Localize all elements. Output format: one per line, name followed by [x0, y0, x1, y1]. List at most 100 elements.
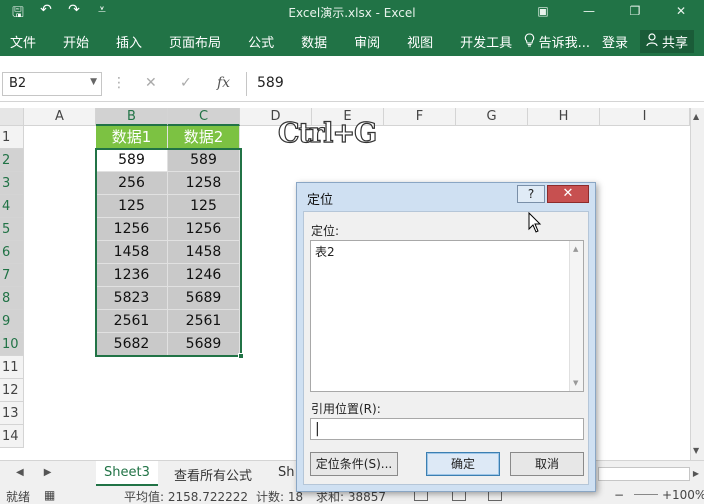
column-header-g[interactable]: G	[456, 108, 528, 126]
mouse-cursor-icon	[528, 211, 542, 234]
special-button[interactable]: 定位条件(S)...	[310, 452, 398, 476]
cell-b1[interactable]: 数据1	[96, 126, 168, 149]
login-link[interactable]: 登录	[602, 32, 628, 51]
ribbon-display-icon[interactable]: ▣	[520, 0, 566, 24]
row-header-9[interactable]: 9	[0, 310, 24, 333]
row-header-6[interactable]: 6	[0, 241, 24, 264]
row-header-3[interactable]: 3	[0, 172, 24, 195]
dialog-title: 定位	[307, 193, 334, 208]
list-scroll-down-icon[interactable]: ▼	[573, 379, 578, 387]
row-header-2[interactable]: 2	[0, 149, 24, 172]
cell-b4[interactable]: 125	[96, 195, 168, 218]
cell-b8[interactable]: 5823	[96, 287, 168, 310]
row-header-10[interactable]: 10	[0, 333, 24, 356]
ok-button[interactable]: 确定	[426, 452, 500, 476]
sheet-tab-formulas[interactable]: 查看所有公式	[166, 461, 260, 486]
cell-c8[interactable]: 5689	[168, 287, 240, 310]
close-icon[interactable]: ✕	[658, 0, 704, 24]
cell-c4[interactable]: 125	[168, 195, 240, 218]
person-icon	[646, 32, 658, 51]
lightbulb-icon	[524, 32, 535, 51]
cell-c9[interactable]: 2561	[168, 310, 240, 333]
row-header-1[interactable]: 1	[0, 126, 24, 149]
share-button[interactable]: 共享	[639, 30, 694, 53]
tab-formulas[interactable]: 公式	[248, 32, 274, 51]
formula-bar: B2 ▼ ⋮ ✕ ✓ fx 589	[0, 66, 704, 102]
cell-c6[interactable]: 1458	[168, 241, 240, 264]
column-header-i[interactable]: I	[600, 108, 690, 126]
row-header-12[interactable]: 12	[0, 379, 24, 402]
tab-data[interactable]: 数据	[301, 32, 327, 51]
formula-input[interactable]: 589	[246, 72, 698, 96]
tab-developer[interactable]: 开发工具	[460, 32, 512, 51]
select-all-corner[interactable]	[0, 108, 24, 126]
zoom-out-icon[interactable]: −	[614, 488, 624, 502]
row-header-5[interactable]: 5	[0, 218, 24, 241]
tell-me-box[interactable]: 告诉我...	[524, 32, 590, 51]
column-header-h[interactable]: H	[528, 108, 600, 126]
tab-insert[interactable]: 插入	[116, 32, 142, 51]
title-bar: 🖫 ↶ ↷ ⩡ Excel演示.xlsx - Excel ▣ — ❐ ✕	[0, 0, 704, 24]
column-header-b[interactable]: B	[96, 108, 168, 126]
list-scrollbar[interactable]: ▲ ▼	[569, 241, 583, 391]
dialog-close-button[interactable]: ✕	[547, 185, 589, 203]
help-icon[interactable]: ?	[517, 185, 545, 203]
vertical-scrollbar[interactable]: ▲ ▼	[690, 108, 704, 460]
restore-icon[interactable]: ❐	[612, 0, 658, 24]
row-header-4[interactable]: 4	[0, 195, 24, 218]
cell-c1[interactable]: 数据2	[168, 126, 240, 149]
confirm-entry-icon[interactable]: ✓	[180, 75, 192, 91]
ribbon: 文件 开始 插入 页面布局 公式 数据 审阅 视图 开发工具 告诉我... 登录…	[0, 24, 704, 56]
row-header-8[interactable]: 8	[0, 287, 24, 310]
reference-input[interactable]: |	[310, 418, 584, 440]
cell-b5[interactable]: 1256	[96, 218, 168, 241]
cell-b10[interactable]: 5682	[96, 333, 168, 356]
cell-c7[interactable]: 1246	[168, 264, 240, 287]
shortcut-overlay: Ctrl+G	[277, 117, 377, 149]
goto-list[interactable]: 表2 ▲ ▼	[310, 240, 584, 392]
tab-file[interactable]: 文件	[10, 32, 36, 51]
row-header-11[interactable]: 11	[0, 356, 24, 379]
cell-c5[interactable]: 1256	[168, 218, 240, 241]
zoom-level[interactable]: 100%	[672, 488, 704, 502]
tab-review[interactable]: 审阅	[354, 32, 380, 51]
status-average: 平均值: 2158.722222	[124, 490, 249, 504]
cell-c2[interactable]: 589	[168, 149, 240, 172]
sheet-next-icon[interactable]: ▶	[44, 467, 52, 478]
scroll-up-icon[interactable]: ▲	[693, 112, 699, 121]
sheet-tab-sheet3[interactable]: Sheet3	[96, 461, 158, 486]
list-scroll-up-icon[interactable]: ▲	[573, 245, 578, 253]
macro-record-icon[interactable]: ▦	[44, 488, 55, 502]
name-box[interactable]: B2 ▼	[2, 72, 102, 96]
scroll-right-icon[interactable]: ▶	[689, 468, 703, 482]
zoom-slider[interactable]	[634, 494, 658, 495]
row-header-14[interactable]: 14	[0, 425, 24, 448]
tab-home[interactable]: 开始	[63, 32, 89, 51]
cell-b2[interactable]: 589	[96, 149, 168, 172]
cell-b7[interactable]: 1236	[96, 264, 168, 287]
zoom-in-icon[interactable]: +	[662, 488, 672, 502]
row-header-13[interactable]: 13	[0, 402, 24, 425]
column-header-a[interactable]: A	[24, 108, 96, 126]
list-item[interactable]: 表2	[315, 243, 335, 260]
cell-b3[interactable]: 256	[96, 172, 168, 195]
cell-b9[interactable]: 2561	[96, 310, 168, 333]
cancel-button[interactable]: 取消	[510, 452, 584, 476]
chevron-down-icon[interactable]: ▼	[90, 77, 97, 87]
column-header-f[interactable]: F	[384, 108, 456, 126]
scroll-down-icon[interactable]: ▼	[693, 446, 699, 455]
reference-label: 引用位置(R):	[311, 402, 381, 416]
tab-page-layout[interactable]: 页面布局	[169, 32, 221, 51]
row-header-7[interactable]: 7	[0, 264, 24, 287]
cell-c3[interactable]: 1258	[168, 172, 240, 195]
cell-b6[interactable]: 1458	[96, 241, 168, 264]
cell-c10[interactable]: 5689	[168, 333, 240, 356]
horizontal-scrollbar[interactable]: ▶	[598, 467, 699, 481]
insert-function-icon[interactable]: fx	[217, 75, 230, 91]
column-header-c[interactable]: C	[168, 108, 240, 126]
tab-view[interactable]: 视图	[407, 32, 433, 51]
sheet-prev-icon[interactable]: ◀	[16, 467, 24, 478]
more-icon: ⋮	[112, 75, 126, 91]
minimize-icon[interactable]: —	[566, 0, 612, 24]
cancel-entry-icon[interactable]: ✕	[145, 75, 157, 91]
